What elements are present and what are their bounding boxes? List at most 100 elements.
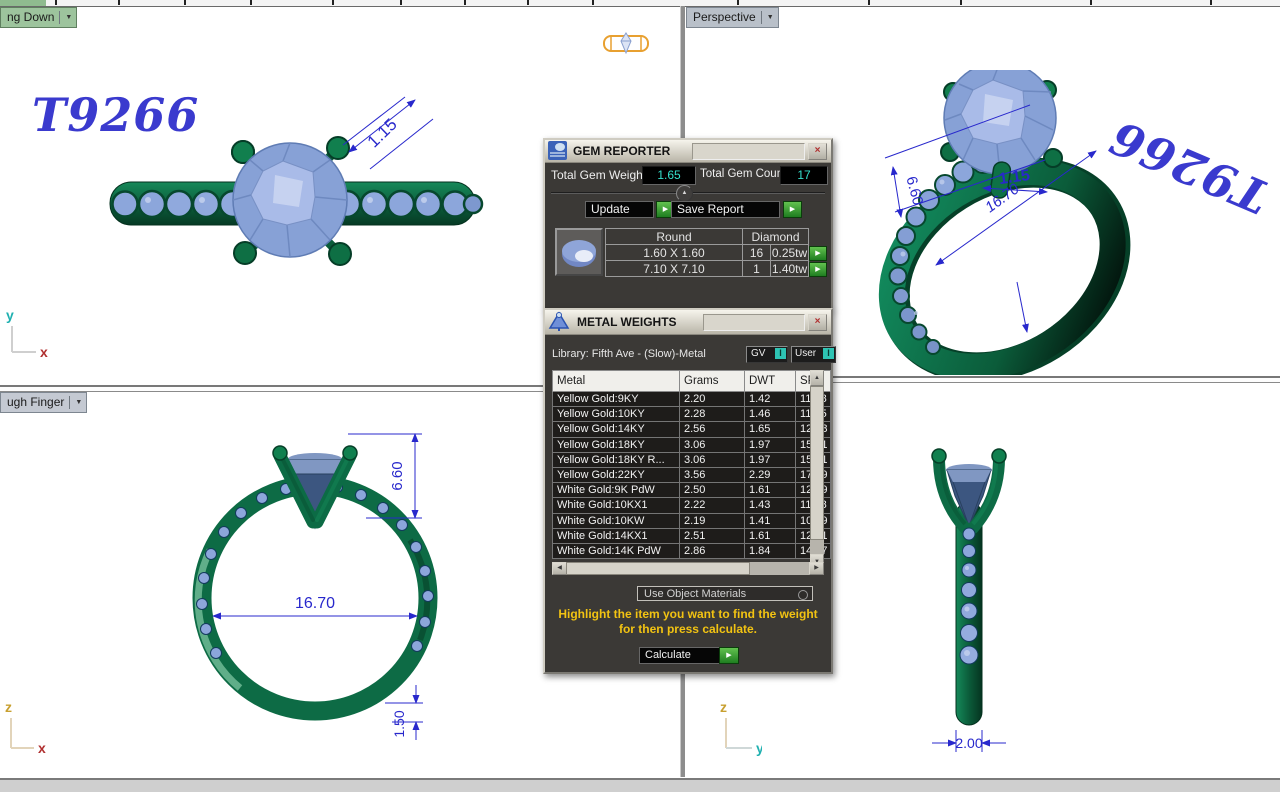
axis-triad-side: z y	[712, 698, 762, 756]
user-indicator: I	[823, 348, 834, 359]
metal-row[interactable]: White Gold:14K PdW2.861.8414.37	[553, 543, 831, 558]
metal-row[interactable]: Yellow Gold:14KY2.561.6512.88	[553, 422, 831, 437]
metal-row[interactable]: Yellow Gold:22KY3.562.2917.89	[553, 467, 831, 482]
gem-size: 1.60 X 1.60	[606, 245, 743, 261]
divider	[69, 396, 70, 409]
metal-weights-icon	[548, 311, 570, 333]
metal-row[interactable]: White Gold:9K PdW2.501.6112.59	[553, 483, 831, 498]
metal-row[interactable]: White Gold:10KW2.191.4110.99	[553, 513, 831, 528]
col-shape: Round	[606, 229, 743, 245]
total-gem-weight-label: Total Gem Weight	[551, 168, 646, 182]
scroll-right-icon[interactable]: ▶	[809, 562, 824, 575]
viewport-label-bottom-text: ugh Finger	[7, 393, 64, 412]
hint-text-line2: for then press calculate.	[545, 622, 831, 636]
gem-row-go-icon[interactable]: ▶	[809, 262, 827, 277]
divider	[59, 11, 60, 24]
metal-row[interactable]: Yellow Gold:10KY2.281.4611.45	[553, 407, 831, 422]
gem-row[interactable]: 7.10 X 7.10 1 1.40tw	[606, 261, 809, 277]
viewport-label-bottom[interactable]: ugh Finger ▼	[0, 392, 87, 413]
library-label: Library: Fifth Ave - (Slow)-Metal	[552, 348, 706, 360]
metal-weights-titlebar[interactable]: METAL WEIGHTS ×	[545, 310, 831, 335]
metal-table-hscrollbar[interactable]: ◀ ▶	[552, 562, 824, 575]
ring-front-view: 6.60 16.70 1.50	[180, 420, 450, 780]
gem-reporter-icon	[548, 141, 567, 160]
toolbar-remnant	[0, 0, 1280, 7]
axis-triad-front: z x	[2, 698, 48, 756]
metal-table-header: Metal Grams DWT SPG	[553, 371, 831, 392]
scroll-up-icon[interactable]: ▲	[810, 370, 824, 386]
dimension-top-prong: 1.15	[343, 97, 433, 169]
chevron-down-icon[interactable]: ▼	[767, 8, 774, 27]
gem-size: 7.10 X 7.10	[606, 261, 743, 277]
metal-weights-panel: METAL WEIGHTS × Library: Fifth Ave - (Sl…	[543, 308, 833, 674]
calculate-button[interactable]: Calculate	[639, 647, 724, 664]
dimension-front-diameter: 16.70	[213, 595, 417, 616]
gem-count: 16	[743, 245, 771, 261]
metal-row[interactable]: White Gold:10KX12.221.4311.18	[553, 498, 831, 513]
metal-table-vscrollbar[interactable]: ▲ ▼	[810, 370, 824, 570]
metal-row[interactable]: Yellow Gold:9KY2.201.4211.08	[553, 392, 831, 407]
calculate-go-icon[interactable]: ▶	[719, 647, 739, 664]
gem-count: 1	[743, 261, 771, 277]
user-button[interactable]: User I	[791, 346, 836, 363]
col-dwt: DWT	[745, 371, 796, 392]
gem-row[interactable]: 1.60 X 1.60 16 0.25tw	[606, 245, 809, 261]
gem-reporter-panel: GEM REPORTER × Total Gem Weight 1.65 Tot…	[543, 138, 833, 310]
viewport-label-top[interactable]: ng Down ▼	[0, 7, 77, 28]
scroll-left-icon[interactable]: ◀	[552, 562, 567, 575]
dimension-label: 6.60	[902, 175, 926, 208]
gv-button-label: GV	[751, 348, 765, 359]
ring-side-view: 2.00	[925, 440, 1045, 770]
user-button-label: User	[795, 348, 816, 359]
ring-perspective-view: 6.60 16.70 1.15	[855, 70, 1280, 375]
axis-y-label: y	[6, 307, 14, 323]
metal-weights-title: METAL WEIGHTS	[577, 310, 677, 334]
close-icon[interactable]: ×	[808, 314, 827, 331]
gem-weight: 1.40tw	[771, 261, 809, 277]
save-report-button[interactable]: Save Report	[671, 201, 780, 218]
gem-table-header: Round Diamond	[606, 229, 809, 245]
ring-wireframe-thumbnail	[600, 28, 652, 58]
gem-reporter-title: GEM REPORTER	[573, 140, 670, 162]
metal-row[interactable]: White Gold:14KX12.511.6112.61	[553, 528, 831, 543]
col-metal: Metal	[553, 371, 680, 392]
collapse-button[interactable]: ▲	[676, 185, 693, 202]
gem-row-go-icon[interactable]: ▶	[809, 246, 827, 261]
viewport-label-perspective-text: Perspective	[693, 8, 756, 27]
dimension-label: 6.60	[389, 461, 406, 490]
use-object-materials-label: Use Object Materials	[644, 588, 746, 600]
viewport-label-top-text: ng Down	[7, 8, 54, 27]
ring-top-view: 1.15	[85, 95, 495, 280]
axis-x-label: x	[40, 344, 48, 360]
metal-row[interactable]: Yellow Gold:18KY R...3.061.9715.41	[553, 452, 831, 467]
close-icon[interactable]: ×	[808, 143, 827, 160]
vscroll-thumb[interactable]	[810, 386, 824, 540]
chevron-down-icon[interactable]: ▼	[65, 8, 72, 27]
dimension-side-width: 2.00	[932, 730, 1006, 752]
axis-y-label: y	[756, 740, 762, 756]
axis-x-label: x	[38, 740, 46, 756]
dimension-label: 2.00	[955, 735, 982, 751]
total-gem-weight-value: 1.65	[642, 166, 696, 185]
col-grams: Grams	[680, 371, 745, 392]
gem-thumbnail[interactable]	[555, 228, 603, 276]
radio-icon	[798, 590, 808, 600]
gv-button[interactable]: GV I	[746, 346, 788, 363]
divider	[761, 11, 762, 24]
titlebar-grip	[703, 314, 805, 331]
metal-row[interactable]: Yellow Gold:18KY3.061.9715.41	[553, 437, 831, 452]
update-button[interactable]: Update	[585, 201, 654, 218]
metal-table: Metal Grams DWT SPG Yellow Gold:9KY2.201…	[552, 370, 831, 559]
gem-reporter-titlebar[interactable]: GEM REPORTER ×	[545, 140, 831, 163]
chevron-down-icon[interactable]: ▼	[75, 393, 82, 412]
dimension-label: 1.50	[391, 710, 407, 737]
hscroll-thumb[interactable]	[566, 562, 750, 575]
save-report-go-icon[interactable]: ▶	[783, 201, 802, 218]
use-object-materials-button[interactable]: Use Object Materials	[637, 586, 813, 601]
toolbar-active-segment	[0, 0, 46, 6]
dimension-label: 1.15	[364, 115, 401, 152]
gem-table: Round Diamond 1.60 X 1.60 16 0.25tw 7.10…	[605, 228, 809, 277]
viewport-label-perspective[interactable]: Perspective ▼	[686, 7, 779, 28]
dimension-label: 16.70	[295, 595, 335, 612]
col-type: Diamond	[743, 229, 809, 245]
